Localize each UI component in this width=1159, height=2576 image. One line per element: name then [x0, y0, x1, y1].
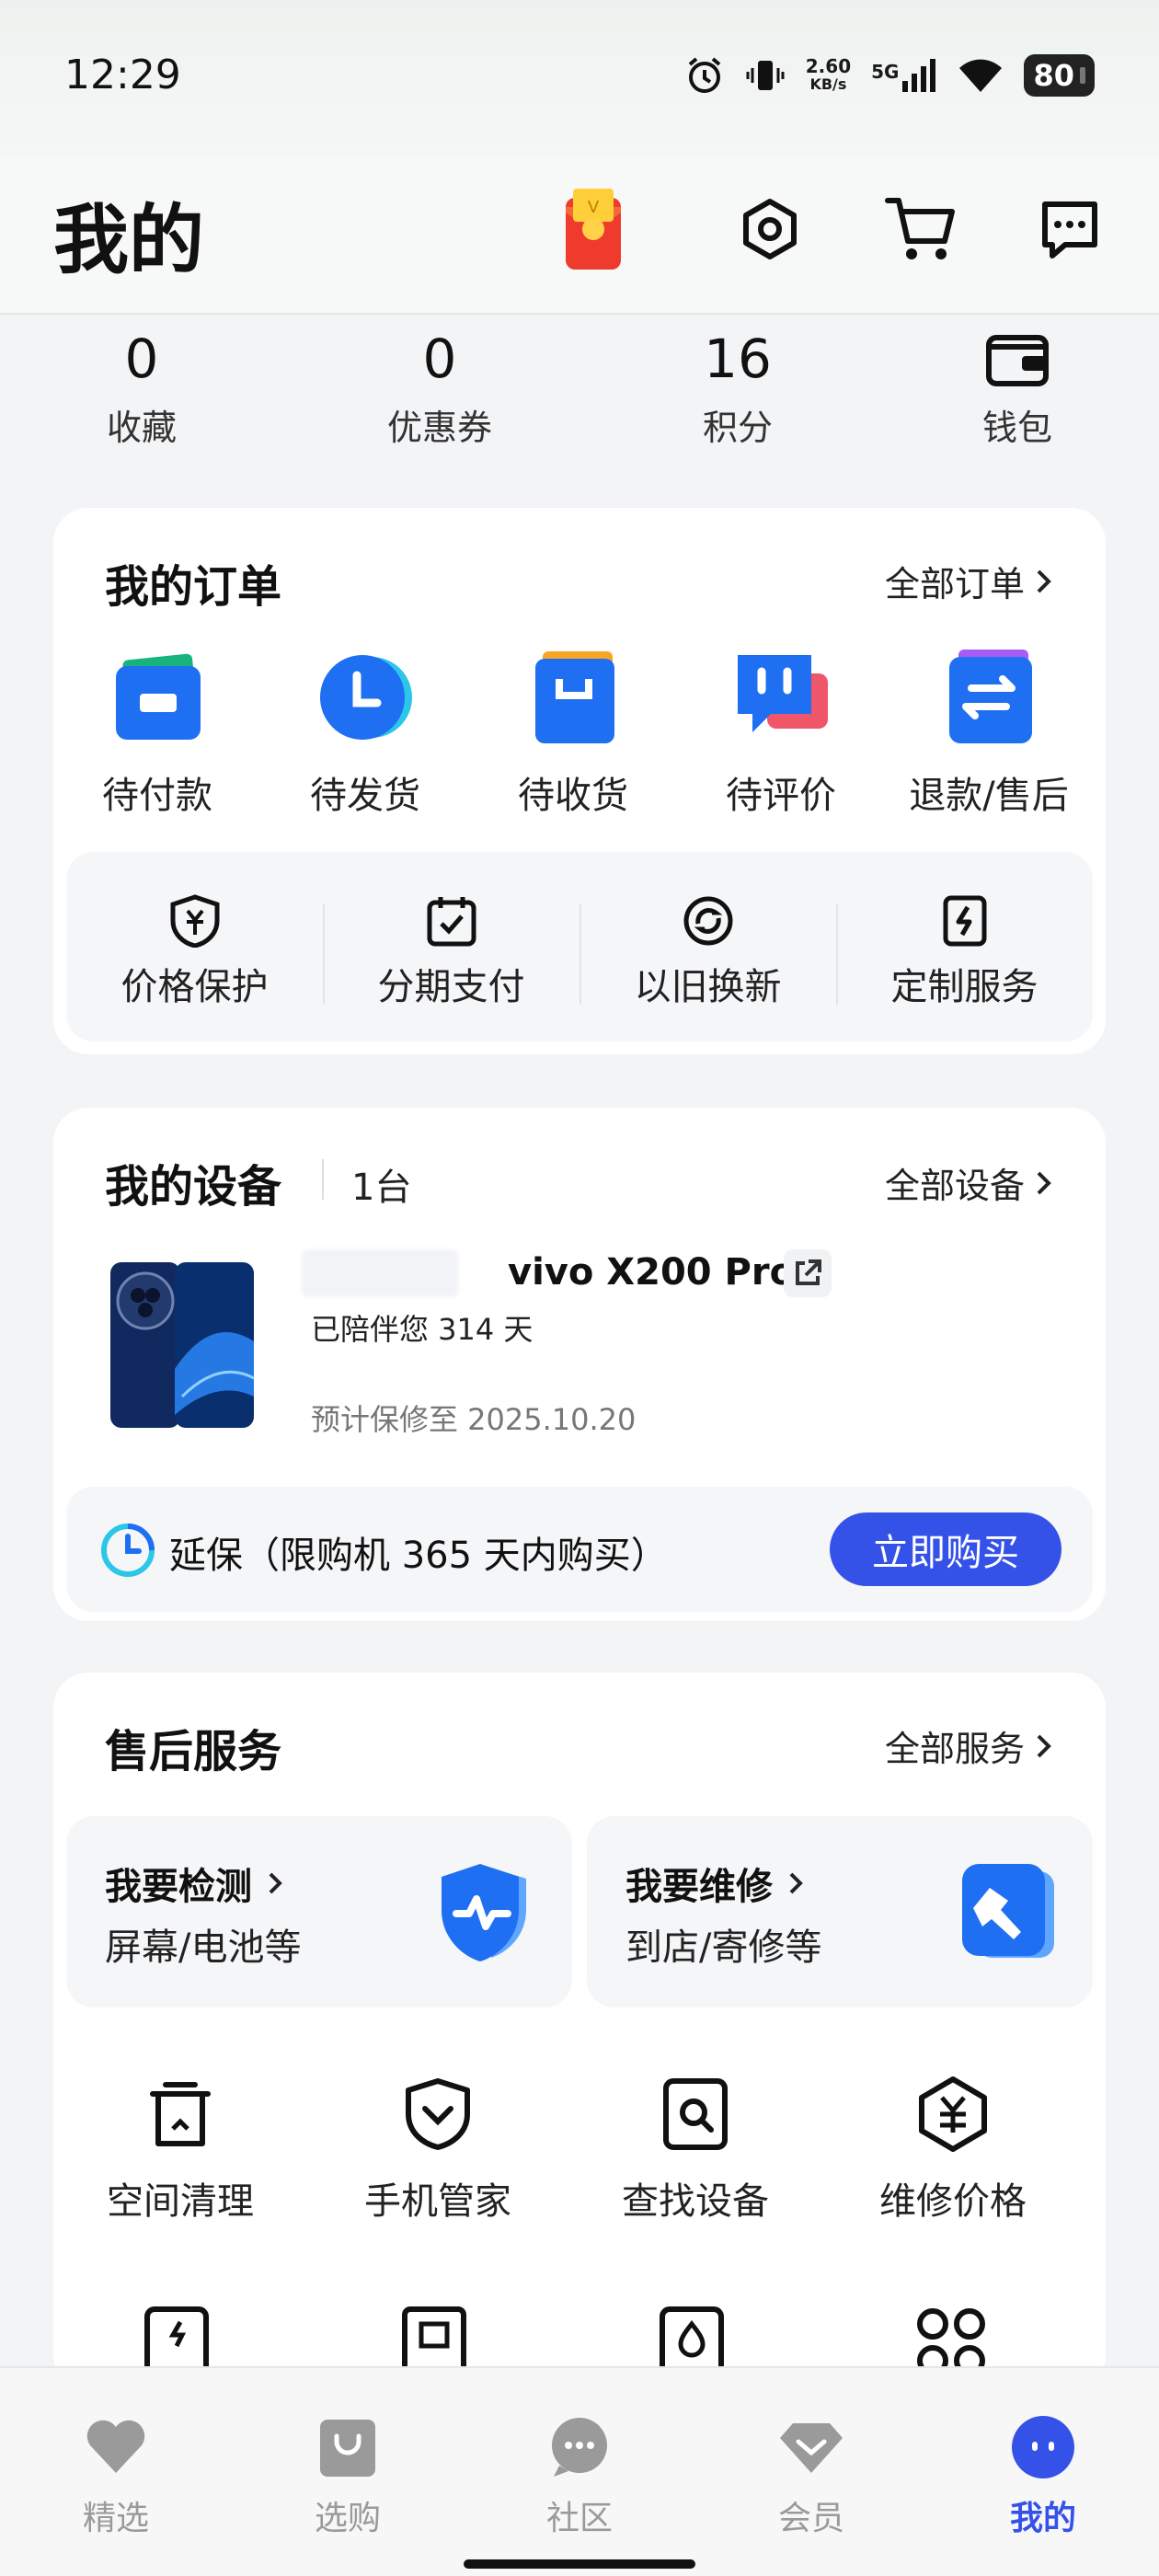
- health-shield-icon: [429, 1857, 539, 1967]
- all-devices-link[interactable]: 全部设备: [885, 1157, 1054, 1208]
- wallet-blue-icon: [107, 646, 208, 747]
- chevron-right-icon: [269, 1872, 282, 1894]
- settings-icon[interactable]: [729, 188, 811, 270]
- device-check-sub: 屏幕/电池等: [105, 1926, 302, 1969]
- message-icon[interactable]: [1028, 188, 1111, 270]
- tab-member[interactable]: 会员: [695, 2414, 927, 2539]
- bottom-tab-bar: 精选 选购 社区 会员 我的: [0, 2366, 1159, 2576]
- device-count: 1台: [351, 1167, 412, 1209]
- device-name[interactable]: vivo X200 Pro: [508, 1251, 795, 1294]
- status-bar: 12:29 2.60 KB/s 5G 80: [0, 0, 1159, 156]
- repair-sub: 到店/寄修等: [625, 1926, 822, 1969]
- status-icons: 2.60 KB/s 5G 80: [684, 52, 1095, 99]
- stat-coupons[interactable]: 0 优惠券: [329, 322, 550, 450]
- warranty-date: 预计保修至 2025.10.20: [311, 1402, 637, 1437]
- home-indicator: [464, 2559, 695, 2569]
- profile-face-icon: [1010, 2414, 1076, 2480]
- shield-check-icon: [399, 2076, 476, 2153]
- page-title: 我的: [53, 197, 205, 284]
- diamond-icon: [778, 2414, 844, 2480]
- red-envelope-icon[interactable]: V: [552, 188, 635, 270]
- orders-title: 我的订单: [105, 561, 282, 613]
- order-services-panel: 价格保护 分期支付 以旧换新 定制服务: [66, 852, 1093, 1041]
- clock-blue-icon: [315, 646, 416, 747]
- order-pending-payment[interactable]: 待付款: [53, 646, 261, 819]
- heart-icon: [83, 2414, 149, 2480]
- after-sales-title: 售后服务: [105, 1726, 282, 1777]
- find-device[interactable]: 查找设备: [567, 2076, 824, 2225]
- comment-blue-icon: [730, 646, 832, 747]
- order-refund[interactable]: 退款/售后: [885, 646, 1093, 819]
- tab-mine[interactable]: 我的: [927, 2414, 1159, 2539]
- find-device-icon: [657, 2076, 734, 2153]
- device-image[interactable]: [109, 1259, 256, 1432]
- extended-warranty-label: 延保（限购机 365 天内购买）: [169, 1535, 668, 1577]
- stat-points[interactable]: 16 积分: [627, 322, 848, 450]
- extended-warranty-panel: 延保（限购机 365 天内购买） 立即购买: [66, 1487, 1093, 1612]
- divider: [322, 1159, 324, 1200]
- order-pending-ship[interactable]: 待发货: [261, 646, 469, 819]
- warranty-clock-icon: [99, 1522, 156, 1579]
- chevron-right-icon: [1037, 1734, 1051, 1757]
- chevron-right-icon: [1037, 1171, 1051, 1194]
- repair-title: 我要维修: [625, 1866, 773, 1908]
- devices-card: 我的设备 1台 全部设备 vivo X200 Pro 已陪伴您 314 天 预计…: [53, 1108, 1106, 1621]
- open-external-icon[interactable]: [784, 1249, 832, 1297]
- tab-featured[interactable]: 精选: [0, 2414, 232, 2539]
- order-pending-receive[interactable]: 待收货: [469, 646, 677, 819]
- after-sales-card: 售后服务 全部服务 我要检测 屏幕/电池等 我要维修 到店/寄修等 空间清理 手…: [53, 1673, 1106, 2390]
- battery-indicator: 80: [1024, 54, 1095, 97]
- wifi-icon: [959, 59, 1003, 92]
- wallet-icon: [907, 322, 1128, 396]
- stats-row: 0 收藏 0 优惠券 16 积分 钱包: [0, 322, 1159, 469]
- repair-tile[interactable]: 我要维修 到店/寄修等: [587, 1816, 1093, 2007]
- cart-icon[interactable]: [879, 188, 962, 270]
- shopping-bag-icon: [315, 2414, 381, 2480]
- service-price-protection[interactable]: 价格保护: [66, 894, 323, 1010]
- cell-signal-icon: 5G: [871, 59, 937, 92]
- redacted-device-owner: [302, 1249, 458, 1297]
- order-pending-review[interactable]: 待评价: [677, 646, 885, 819]
- accompany-days: 已陪伴您 314 天: [311, 1312, 534, 1347]
- stat-wallet[interactable]: 钱包: [907, 322, 1128, 450]
- net-rate: 2.60 KB/s: [805, 55, 852, 93]
- service-installment[interactable]: 分期支付: [323, 894, 580, 1010]
- price-hexagon-icon: [914, 2076, 992, 2153]
- chat-bubble-icon: [546, 2414, 613, 2480]
- device-check-title: 我要检测: [105, 1866, 252, 1908]
- recycle-icon: [682, 894, 735, 948]
- price-shield-icon: [168, 894, 222, 949]
- vibrate-icon: [746, 61, 785, 90]
- orders-card: 我的订单 全部订单 待付款 待发货 待收货 待评价 退款/售后 价格保护 分期支…: [53, 508, 1106, 1054]
- lightning-icon: [938, 894, 992, 948]
- chevron-right-icon: [789, 1872, 803, 1894]
- status-time: 12:29: [64, 52, 181, 98]
- page-header: 我的 V: [0, 156, 1159, 315]
- tab-shop[interactable]: 选购: [232, 2414, 464, 2539]
- bag-blue-icon: [522, 646, 624, 747]
- device-check-tile[interactable]: 我要检测 屏幕/电池等: [66, 1816, 572, 2007]
- repair-price[interactable]: 维修价格: [824, 2076, 1082, 2225]
- service-trade-in[interactable]: 以旧换新: [580, 894, 836, 1010]
- tab-community[interactable]: 社区: [464, 2414, 695, 2539]
- phone-manager[interactable]: 手机管家: [309, 2076, 567, 2225]
- alarm-icon: [688, 57, 721, 93]
- svg-text:V: V: [588, 198, 600, 217]
- stat-favorites[interactable]: 0 收藏: [31, 322, 252, 450]
- all-orders-link[interactable]: 全部订单: [885, 556, 1054, 606]
- buy-now-button[interactable]: 立即购买: [830, 1512, 1061, 1586]
- all-services-link[interactable]: 全部服务: [885, 1720, 1054, 1771]
- refund-blue-icon: [938, 646, 1039, 747]
- wrench-icon: [949, 1857, 1060, 1967]
- service-custom[interactable]: 定制服务: [836, 894, 1093, 1010]
- calendar-check-icon: [425, 894, 478, 948]
- chevron-right-icon: [1037, 569, 1051, 592]
- trash-icon: [142, 2076, 219, 2153]
- devices-title: 我的设备: [105, 1161, 282, 1213]
- space-cleanup[interactable]: 空间清理: [52, 2076, 309, 2225]
